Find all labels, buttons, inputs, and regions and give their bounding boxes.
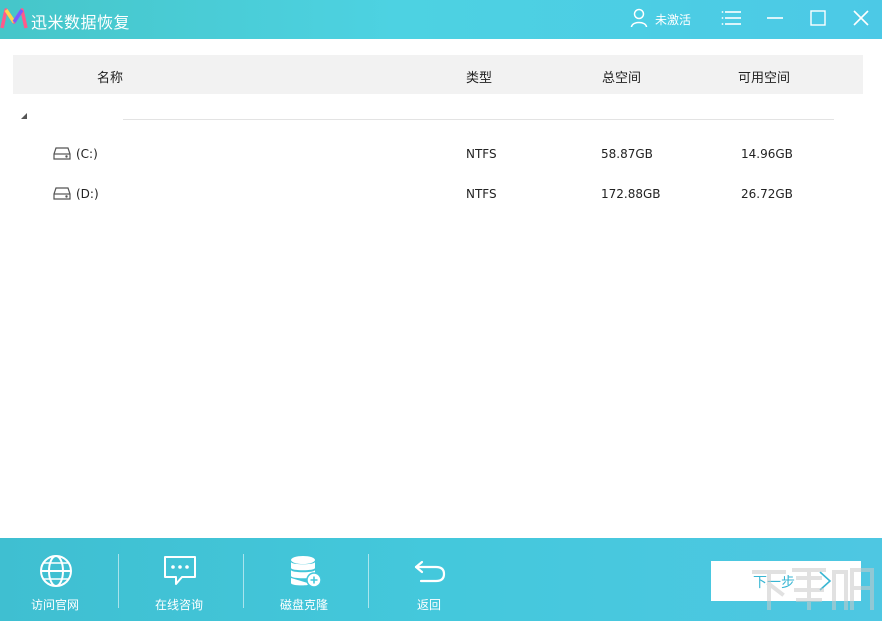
column-header-free[interactable]: 可用空间 <box>738 67 790 86</box>
back-button[interactable]: 返回 <box>374 538 484 621</box>
drive-type: NTFS <box>466 147 497 161</box>
menu-icon[interactable] <box>721 7 743 29</box>
app-logo-icon <box>0 8 28 29</box>
database-icon <box>291 556 322 588</box>
title-bar: 迅米数据恢复 未激活 <box>0 0 882 39</box>
visit-site-button[interactable]: 访问官网 <box>0 538 110 621</box>
activation-status[interactable]: 未激活 <box>655 11 691 28</box>
drive-icon <box>53 147 71 160</box>
column-header-name[interactable]: 名称 <box>97 67 123 86</box>
app-title: 迅米数据恢复 <box>31 13 131 32</box>
chat-icon <box>164 556 196 585</box>
maximize-icon[interactable] <box>807 7 829 29</box>
collapse-triangle-icon[interactable] <box>20 112 28 120</box>
close-icon[interactable] <box>850 7 872 29</box>
online-consult-label: 在线咨询 <box>154 598 203 612</box>
drive-total: 58.87GB <box>601 147 653 161</box>
return-icon <box>414 560 446 583</box>
column-header-total[interactable]: 总空间 <box>602 67 641 86</box>
drive-type: NTFS <box>466 187 497 201</box>
visit-site-label: 访问官网 <box>30 598 79 612</box>
drive-name: (C:) <box>76 147 98 161</box>
back-label: 返回 <box>416 598 441 612</box>
table-row[interactable]: (D:) NTFS 172.88GB 26.72GB <box>13 175 863 211</box>
toolbar-divider <box>118 554 119 608</box>
minimize-icon[interactable] <box>764 7 786 29</box>
user-icon[interactable] <box>630 8 648 28</box>
drive-free: 14.96GB <box>741 147 793 161</box>
online-consult-button[interactable]: 在线咨询 <box>124 538 234 621</box>
column-header-type[interactable]: 类型 <box>466 67 492 86</box>
drive-free: 26.72GB <box>741 187 793 201</box>
globe-icon <box>40 555 72 587</box>
watermark-logo-icon <box>752 568 874 610</box>
table-row[interactable]: (C:) NTFS 58.87GB 14.96GB <box>13 135 863 171</box>
drive-name: (D:) <box>76 187 99 201</box>
drive-icon <box>53 187 71 200</box>
disk-clone-button[interactable]: 磁盘克隆 <box>249 538 359 621</box>
table-header: 名称 类型 总空间 可用空间 <box>13 55 863 94</box>
drive-total: 172.88GB <box>601 187 661 201</box>
disk-clone-label: 磁盘克隆 <box>279 598 328 612</box>
toolbar-divider <box>368 554 369 608</box>
group-divider <box>123 119 834 120</box>
toolbar-divider <box>243 554 244 608</box>
